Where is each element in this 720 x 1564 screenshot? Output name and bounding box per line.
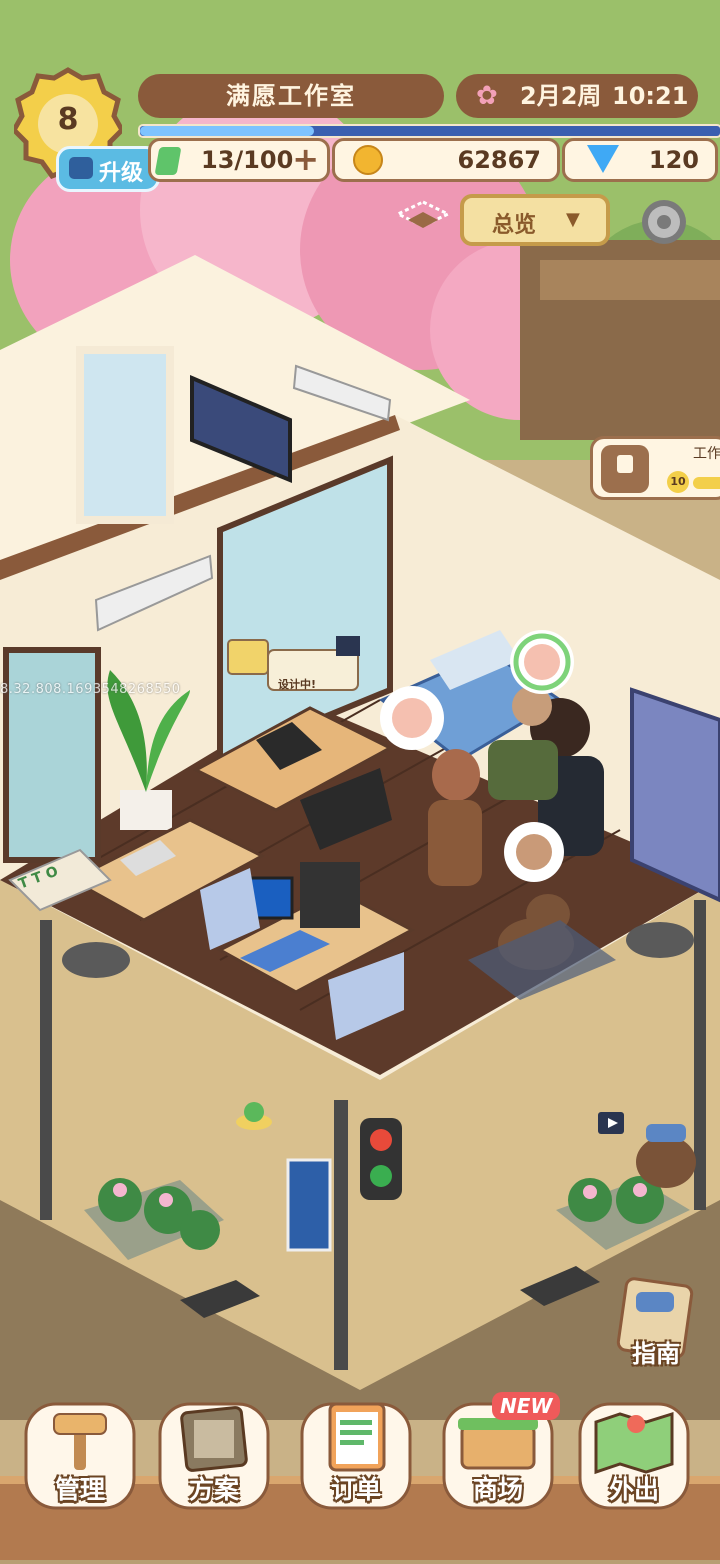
- map-icon: [594, 1411, 674, 1475]
- guide-label: 指南: [632, 1340, 680, 1368]
- coin-counter[interactable]: 62867: [332, 138, 560, 182]
- diamond-icon: [587, 145, 619, 173]
- overview-label: 总览: [492, 213, 537, 238]
- add-energy-button[interactable]: +: [292, 143, 319, 175]
- briefcase-icon: [69, 157, 93, 179]
- locked-level-badge: 10: [667, 471, 689, 493]
- ad-reward-bubble[interactable]: [596, 1102, 706, 1192]
- date-time-display: ✿ 2月2周 10:21: [456, 74, 698, 118]
- nav-label-outing: 外出: [608, 1475, 659, 1504]
- gear-icon[interactable]: [636, 194, 692, 250]
- nav-outing-button[interactable]: 外出: [576, 1398, 692, 1514]
- energy-value: 13/100: [201, 146, 294, 174]
- clipboard-icon: [328, 1402, 386, 1472]
- blueprint-icon: [180, 1406, 248, 1472]
- overview-dropdown[interactable]: 总览 ▼: [460, 194, 610, 246]
- unlock-progress-bar: [693, 477, 720, 489]
- nav-label-orders: 订单: [330, 1475, 381, 1504]
- nav-plan-button[interactable]: 方案: [156, 1398, 272, 1514]
- gem-counter[interactable]: 120: [562, 138, 718, 182]
- debug-overlay-text: 8.32.808.1693548268550: [0, 682, 181, 697]
- locked-area-card[interactable]: 工作 10: [590, 436, 720, 500]
- game-time: 10:21: [612, 82, 689, 110]
- energy-icon: [154, 147, 182, 175]
- upgrade-label: 升级: [99, 161, 144, 186]
- level-number: 8: [57, 102, 79, 137]
- designing-status: 设计中!: [278, 678, 317, 691]
- shop-basket-icon: [458, 1418, 538, 1470]
- cherry-blossom-icon: ✿: [476, 81, 498, 111]
- upgrade-button[interactable]: 升级: [56, 146, 160, 192]
- coin-value: 62867: [457, 146, 542, 174]
- nav-shop-button[interactable]: 商场 NEW: [440, 1392, 561, 1514]
- guide-button[interactable]: 指南: [608, 1276, 704, 1372]
- nav-label-shop: 商场: [472, 1475, 523, 1504]
- chevron-down-icon: ▼: [566, 209, 580, 230]
- nav-label-plan: 方案: [188, 1475, 239, 1504]
- nav-manage-button[interactable]: 管理: [22, 1398, 138, 1514]
- studio-name: 满愿工作室: [138, 74, 444, 118]
- camera-view-icon[interactable]: [394, 196, 452, 240]
- gem-value: 120: [648, 146, 699, 174]
- locked-area-label: 工作: [693, 446, 720, 462]
- coin-icon: [353, 145, 383, 175]
- experience-bar: [138, 124, 720, 138]
- nav-label-manage: 管理: [54, 1475, 105, 1504]
- game-date: 2月2周: [520, 82, 602, 110]
- energy-counter[interactable]: 13/100 +: [148, 138, 330, 182]
- new-badge: NEW: [492, 1392, 561, 1420]
- nav-orders-button[interactable]: 订单: [298, 1398, 414, 1514]
